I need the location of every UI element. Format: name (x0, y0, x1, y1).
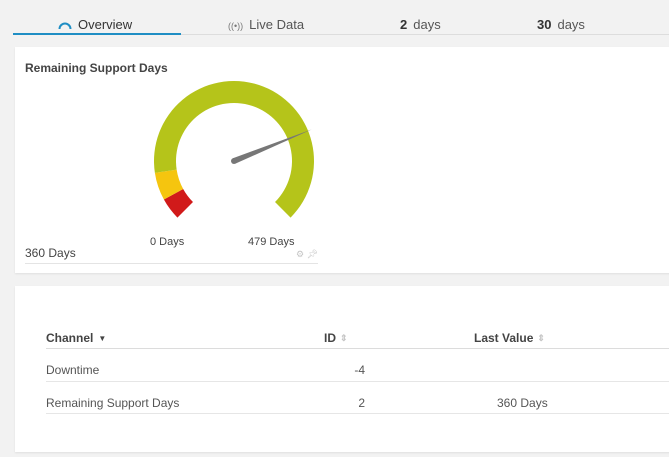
gauge-card: Remaining Support Days 360 Days 0 Days 4… (15, 47, 669, 273)
tab-2-days-number: 2 (400, 17, 408, 32)
table-cell-id: 2 (358, 396, 365, 410)
table-cell-channel[interactable]: Downtime (46, 363, 99, 377)
column-header-id[interactable]: ID ⇕ (324, 331, 348, 345)
gauge-value: 360 Days (25, 246, 76, 260)
table-cell-id: -4 (354, 363, 365, 377)
row-divider (46, 413, 669, 414)
active-tab-indicator (13, 33, 181, 35)
column-header-channel-label: Channel (46, 331, 94, 345)
tab-overview-label: Overview (78, 17, 133, 32)
table-cell-channel[interactable]: Remaining Support Days (46, 396, 179, 410)
sort-icon: ⇕ (537, 333, 545, 343)
gear-icon[interactable]: ⚙ (296, 249, 304, 259)
gauge-tools: ⚙ 📌︎ (296, 249, 318, 260)
tab-live-data-label: Live Data (249, 17, 305, 32)
sort-icon: ⇕ (340, 333, 348, 343)
tab-bar: Overview ((•)) Live Data 2 days 30 days (0, 0, 669, 36)
live-signal-icon: ((•)) (228, 20, 244, 31)
tab-overview[interactable]: Overview (58, 17, 132, 33)
column-header-id-label: ID (324, 331, 336, 345)
tab-divider (181, 34, 669, 35)
tab-2-days-unit: days (413, 17, 441, 32)
channel-table-card: Channel ▼ ID ⇕ Last Value ⇕ Downtime -4 Rem… (15, 286, 669, 452)
column-header-last-value-label: Last Value (474, 331, 534, 345)
tab-30-days[interactable]: 30 days (537, 17, 585, 32)
tab-2-days[interactable]: 2 days (400, 17, 441, 32)
column-header-channel[interactable]: Channel ▼ (46, 331, 106, 345)
tab-30-days-unit: days (557, 17, 585, 32)
gauge-min-label: 0 Days (150, 236, 185, 248)
gauge-divider (25, 263, 318, 264)
sort-desc-icon: ▼ (98, 334, 107, 343)
gauge-chart (154, 80, 315, 218)
header-divider (46, 348, 669, 349)
table-cell-last-value: 360 Days (497, 396, 548, 410)
column-header-last-value[interactable]: Last Value ⇕ (474, 331, 545, 345)
gauge-needle-hub (231, 158, 237, 164)
gauge-icon (58, 18, 72, 33)
row-divider (46, 381, 669, 382)
pin-icon[interactable]: 📌︎ (307, 249, 318, 259)
tab-30-days-number: 30 (537, 17, 552, 32)
tab-live-data[interactable]: ((•)) Live Data (228, 17, 304, 32)
gauge-dial (154, 80, 315, 218)
gauge-max-label: 479 Days (248, 236, 295, 248)
